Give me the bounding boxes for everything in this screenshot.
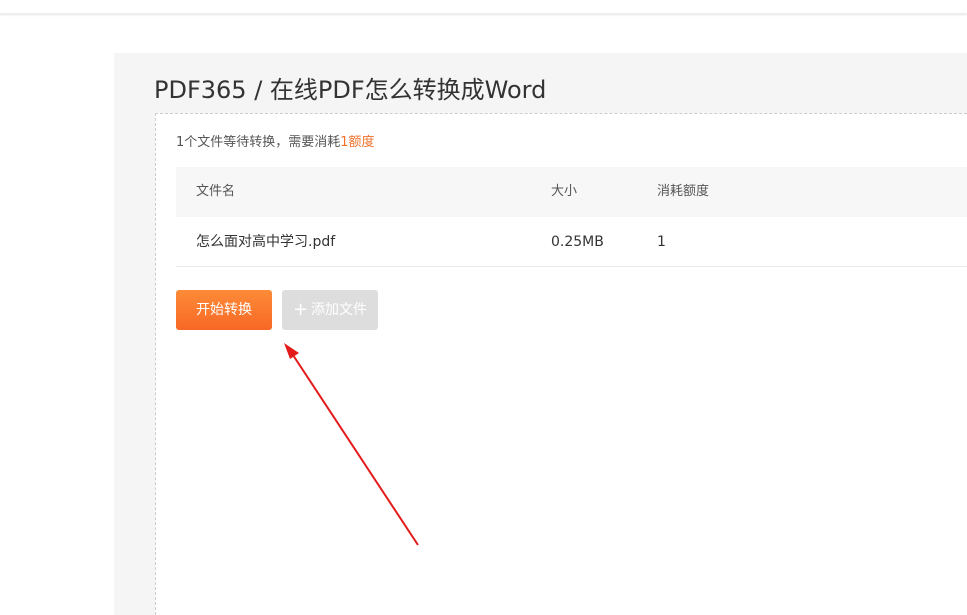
converter-panel: PDF365 / 在线PDF怎么转换成Word 1个文件等待转换，需要消耗1额度… [114, 53, 967, 615]
top-bar [0, 0, 967, 14]
file-name: 怎么面对高中学习.pdf [196, 234, 336, 250]
file-size: 0.25MB [551, 234, 604, 250]
file-cost: 1 [657, 234, 666, 250]
column-header-size: 大小 [551, 184, 578, 199]
table-header: 文件名 大小 消耗额度 [176, 167, 967, 217]
plus-icon: + [292, 299, 309, 320]
start-convert-button[interactable]: 开始转换 [176, 290, 272, 330]
conversion-summary: 1个文件等待转换，需要消耗1额度 [176, 131, 375, 150]
table-row: 怎么面对高中学习.pdf 0.25MB 1 [176, 217, 967, 267]
page-title: PDF365 / 在线PDF怎么转换成Word [154, 76, 547, 104]
add-file-button[interactable]: + 添加文件 [282, 290, 378, 330]
column-header-cost: 消耗额度 [657, 184, 710, 199]
summary-quota: 1额度 [340, 135, 375, 150]
summary-text: 1个文件等待转换，需要消耗 [176, 135, 341, 150]
column-header-filename: 文件名 [196, 184, 236, 199]
upload-card: 1个文件等待转换，需要消耗1额度 文件名 大小 消耗额度 怎么面对高中学习.pd… [155, 113, 967, 615]
file-table: 文件名 大小 消耗额度 怎么面对高中学习.pdf 0.25MB 1 [176, 167, 967, 267]
add-file-label: 添加文件 [311, 302, 368, 318]
